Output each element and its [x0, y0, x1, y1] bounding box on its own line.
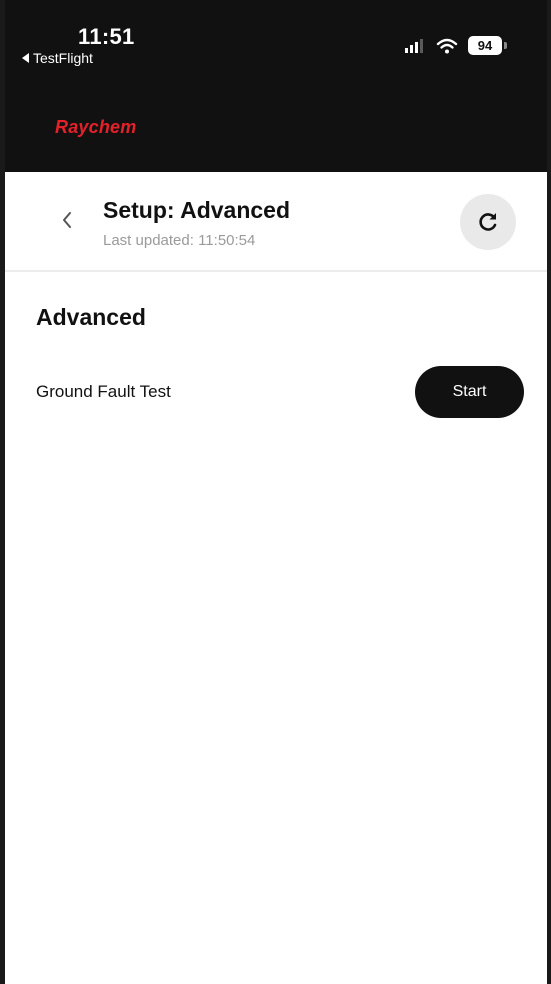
battery-indicator: 94	[468, 36, 502, 55]
top-header: 11:51 TestFlight 94 Raychem	[5, 0, 547, 172]
cellular-signal-icon	[405, 38, 423, 53]
status-icons: 94	[404, 36, 507, 55]
chevron-left-icon	[63, 212, 71, 228]
section-title: Advanced	[36, 304, 146, 330]
refresh-button[interactable]	[460, 194, 516, 250]
app-frame: 11:51 TestFlight 94 Raychem Setup: Advan…	[0, 0, 551, 984]
status-time: 11:51	[78, 24, 135, 49]
refresh-icon	[479, 213, 497, 231]
back-app-label: TestFlight	[33, 50, 93, 66]
ground-fault-test-label: Ground Fault Test	[36, 382, 171, 401]
back-button[interactable]	[57, 208, 77, 232]
wifi-icon	[436, 38, 458, 53]
brand-logo: Raychem	[55, 117, 137, 137]
page-title: Setup: Advanced	[103, 197, 291, 223]
battery-nub-icon	[504, 42, 507, 49]
page-header: Setup: Advanced Last updated: 11:50:54	[5, 172, 547, 272]
start-button[interactable]: Start	[415, 366, 524, 418]
back-arrow-icon	[22, 53, 29, 63]
back-to-app-link[interactable]: TestFlight	[22, 50, 93, 66]
last-updated-text: Last updated: 11:50:54	[103, 232, 256, 249]
